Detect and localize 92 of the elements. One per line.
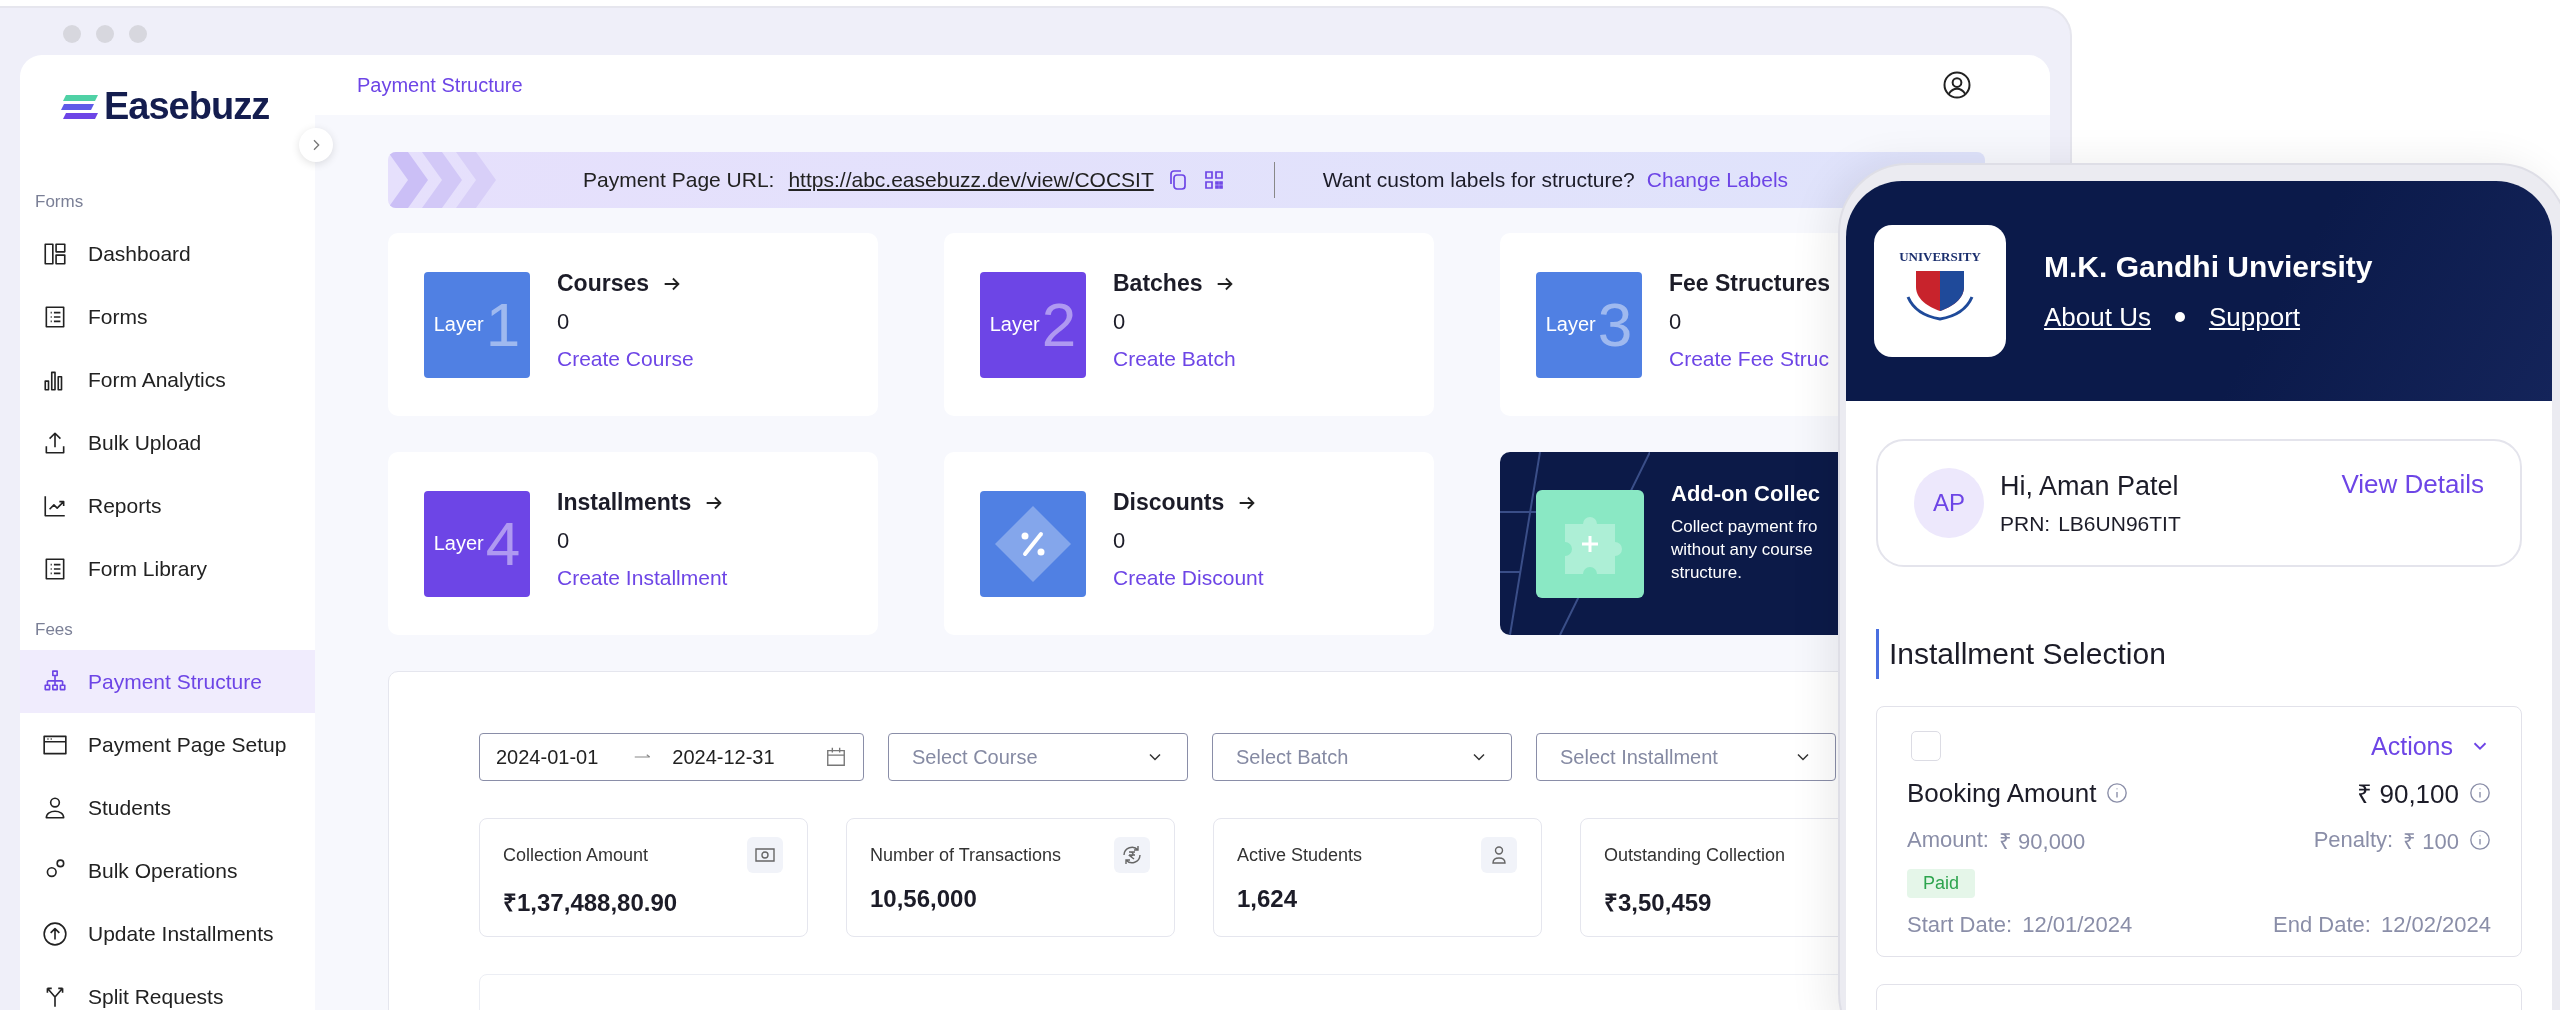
layer-number: 2 (1041, 289, 1077, 360)
sidebar-item[interactable]: Form Library (20, 537, 315, 600)
logo-text: UNIVERSITY (1899, 249, 1981, 264)
sidebar-item[interactable]: Form Analytics (20, 348, 315, 411)
card-count: 0 (557, 528, 570, 554)
end-date: 12/02/2024 (2380, 912, 2491, 938)
prn-value: LB6UN96TIT (2058, 511, 2181, 536)
page-title: Payment Structure (357, 73, 523, 97)
layer-label: Layer (433, 532, 484, 555)
stat-value: ₹1,37,488,80.90 (503, 888, 679, 918)
card-count: 0 (1113, 309, 1126, 335)
layer-label: Layer (433, 313, 484, 336)
end-date: 2024-12-31 (672, 745, 775, 769)
rupee-cycle-icon (1114, 837, 1150, 873)
header-link[interactable]: About Us (2044, 301, 2151, 333)
create-link[interactable]: Create Fee Struc (1669, 347, 1829, 371)
section-label: Forms (34, 191, 85, 213)
header-link[interactable]: Support (2208, 301, 2301, 333)
promo-description: without any course (1671, 539, 1814, 561)
brand-name: Easebuzz (104, 85, 270, 128)
start-date-label: Start Date: (1907, 912, 2013, 938)
sidebar-item[interactable]: Payment Structure (20, 650, 315, 713)
create-link[interactable]: Create Course (557, 347, 694, 371)
dashboard-icon (42, 240, 68, 267)
checkbox[interactable] (1911, 731, 1941, 761)
promo-description: structure. (1671, 562, 1743, 584)
sidebar-item[interactable]: Forms (20, 285, 315, 348)
section-heading: Installment Selection (1876, 629, 2522, 679)
card-title: Batches (1113, 270, 1203, 297)
sidebar-item[interactable]: Split Requests (20, 965, 315, 1010)
layer-label: Layer (1545, 313, 1596, 336)
sidebar-item[interactable]: Payment Page Setup (20, 713, 315, 776)
info-icon[interactable] (2469, 829, 2491, 851)
create-link[interactable]: Create Batch (1113, 347, 1236, 371)
layer-label: Layer (989, 313, 1040, 336)
change-labels-link[interactable]: Change Labels (1646, 168, 1789, 192)
sidebar-item[interactable]: Bulk Operations (20, 839, 315, 902)
promo-description: Collect payment fro (1671, 516, 1819, 538)
user-icon[interactable] (1942, 70, 1972, 100)
calendar-icon (825, 746, 847, 768)
layer-number: 3 (1597, 289, 1633, 360)
card-title: Discounts (1113, 489, 1225, 516)
create-link[interactable]: Create Installment (557, 566, 728, 590)
sidebar-item[interactable]: Update Installments (20, 902, 315, 965)
card-title: Fee Structures (1669, 270, 1831, 297)
status-badge: Paid (1907, 869, 1976, 898)
student-greeting: Hi, Aman Patel (2000, 470, 2180, 502)
stat-label: Active Students (1237, 844, 1363, 866)
start-date: 12/01/2024 (2022, 912, 2133, 938)
amount-label: Amount: (1907, 827, 1989, 853)
sidebar-item[interactable]: Dashboard (20, 222, 315, 285)
promo-title: Add-on Collec (1671, 481, 1821, 507)
view-details-link[interactable]: View Details (2341, 469, 2484, 500)
stat-value: 1,624 (1237, 885, 1299, 913)
section-label: Fees (34, 619, 74, 641)
card-title: Courses (557, 270, 650, 297)
person-icon (1481, 837, 1517, 873)
card-count: 0 (1669, 309, 1682, 335)
penalty-value: ₹ 100 (2403, 828, 2459, 855)
penalty-label: Penalty: (2313, 827, 2394, 853)
custom-labels-prompt: Want custom labels for structure? (1322, 168, 1635, 192)
initials-avatar: AP (1914, 468, 1984, 538)
stat-label: Collection Amount (503, 844, 649, 866)
info-icon[interactable] (2469, 782, 2491, 804)
layer-number: 1 (485, 289, 521, 360)
cash-icon (747, 837, 783, 873)
card-title: Installments (557, 489, 692, 516)
card-count: 0 (1113, 528, 1126, 554)
end-date-label: End Date: (2273, 912, 2371, 938)
sidebar-item[interactable]: Bulk Upload (20, 411, 315, 474)
sidebar-item[interactable]: Reports (20, 474, 315, 537)
layer-number: 4 (485, 508, 521, 579)
actions-dropdown[interactable]: Actions (2371, 731, 2491, 761)
prn-label: PRN: (2000, 511, 2051, 536)
university-name: M.K. Gandhi Unviersity (2044, 249, 2373, 284)
url-link[interactable]: https://abc.easebuzz.dev/view/COCSIT (788, 168, 1154, 192)
installment-total: ₹ 90,100 (2357, 778, 2459, 811)
start-date: 2024-01-01 (496, 745, 599, 769)
sidebar-item[interactable]: Students (20, 776, 315, 839)
stat-value: ₹3,50,459 (1604, 888, 1713, 918)
bullet-icon (2174, 312, 2185, 322)
stat-label: Outstanding Collection (1604, 844, 1786, 866)
installment-name: Booking Amount (1907, 777, 2097, 809)
url-label: Payment Page URL: (583, 168, 775, 192)
create-link[interactable]: Create Discount (1113, 566, 1264, 590)
crest-drawing (1906, 271, 1974, 321)
date-range-field[interactable]: 2024-01-01 2024-12-31 (479, 733, 864, 781)
stat-label: Number of Transactions (870, 844, 1062, 866)
amount-value: ₹ 90,000 (1998, 828, 2086, 855)
card-count: 0 (557, 309, 570, 335)
info-icon[interactable] (2106, 782, 2129, 804)
stat-value: 10,56,000 (870, 885, 978, 913)
